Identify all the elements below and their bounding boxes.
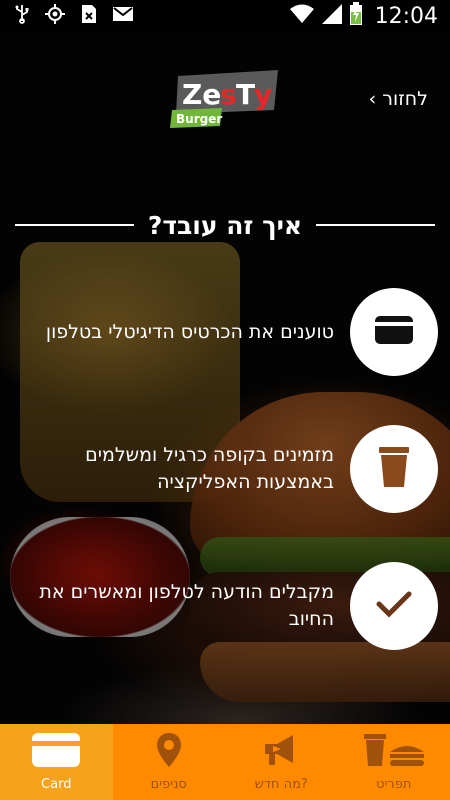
section-title-row: איך זה עובד?: [15, 205, 435, 245]
card-icon: [31, 732, 81, 772]
step-3-circle: [350, 562, 438, 650]
svg-text:s: s: [220, 78, 237, 111]
step-3-text: מקבלים הודעה לטלפון ומאשרים את החיוב: [39, 581, 334, 630]
svg-text:T: T: [236, 78, 255, 111]
clock: 12:04: [374, 3, 438, 29]
credit-card-icon: [374, 315, 414, 349]
gmail-icon: [112, 5, 134, 27]
section-title: איך זה עובד?: [147, 210, 303, 240]
status-bar: 12:04: [0, 0, 450, 32]
tab-whats-new-label: מה חדש?: [254, 777, 308, 792]
menu-food-icon: [362, 732, 426, 772]
back-button[interactable]: לחזור ›: [369, 88, 428, 110]
title-divider-right: [316, 224, 435, 226]
wifi-icon: [289, 3, 315, 29]
tab-branches[interactable]: סניפים: [113, 724, 226, 800]
svg-text:Ze: Ze: [182, 78, 221, 111]
bottom-tab-bar: Card סניפים מה חדש? תפריט: [0, 724, 450, 800]
tab-card-label: Card: [41, 777, 72, 792]
zesty-burger-logo: Ze s T y Burger: [170, 68, 282, 130]
step-3: מקבלים הודעה לטלפון ומאשרים את החיוב: [18, 561, 438, 651]
tab-whats-new[interactable]: מה חדש?: [225, 724, 338, 800]
tab-menu-label: תפריט: [376, 777, 412, 792]
tab-menu[interactable]: תפריט: [338, 724, 450, 800]
step-1-text: טוענים את הכרטיס הדיגיטלי בטלפון: [45, 320, 334, 343]
gps-icon: [44, 3, 66, 29]
cup-icon: [377, 445, 411, 493]
no-sim-icon: [80, 3, 98, 29]
step-1-circle: [350, 288, 438, 376]
step-2-circle: [350, 425, 438, 513]
location-pin-icon: [156, 732, 182, 772]
usb-icon: [14, 4, 30, 28]
step-2-text: מזמינים בקופה כרגיל ומשלמים באמצעות האפל…: [85, 444, 334, 493]
step-2: מזמינים בקופה כרגיל ומשלמים באמצעות האפל…: [18, 424, 438, 514]
signal-icon: [321, 3, 343, 29]
tab-branches-label: סניפים: [150, 777, 187, 792]
checkmark-icon: [376, 590, 412, 622]
svg-text:y: y: [254, 78, 272, 111]
svg-text:Burger: Burger: [176, 112, 222, 126]
battery-charging-icon: [349, 2, 363, 30]
megaphone-icon: [263, 732, 299, 772]
step-1: טוענים את הכרטיס הדיגיטלי בטלפון: [18, 287, 438, 377]
tab-card[interactable]: Card: [0, 724, 113, 800]
title-divider-left: [15, 224, 134, 226]
